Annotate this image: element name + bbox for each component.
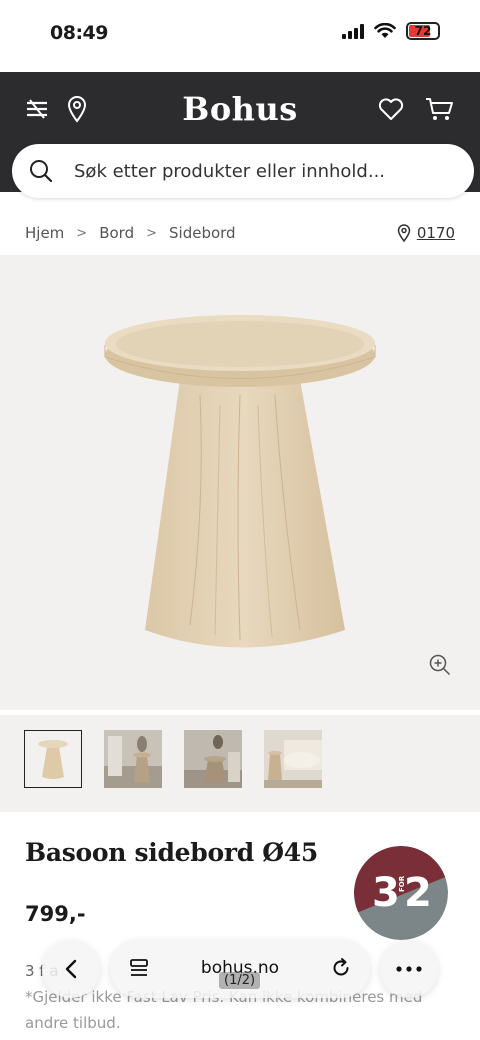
search-placeholder: Søk etter produkter eller innhold... xyxy=(74,160,386,182)
breadcrumb: Hjem > Bord > Sidebord xyxy=(25,224,236,242)
zoom-icon[interactable] xyxy=(428,653,452,681)
site-header: Bohus Søk etter produkter eller innhold.… xyxy=(0,72,480,198)
back-button[interactable] xyxy=(42,940,100,998)
zip-code: 0170 xyxy=(416,224,455,242)
status-icons: 72 xyxy=(342,22,440,40)
side-table-image xyxy=(104,315,376,648)
search-icon xyxy=(30,160,53,183)
more-button[interactable] xyxy=(380,940,438,998)
heart-icon[interactable] xyxy=(376,94,406,124)
thumbnail-strip xyxy=(0,715,480,812)
page-indicator: (1/2) xyxy=(219,972,261,989)
signal-icon xyxy=(342,23,364,39)
chevron-left-icon xyxy=(65,959,77,979)
breadcrumb-home[interactable]: Hjem xyxy=(25,224,64,242)
thumbnail-2[interactable] xyxy=(104,730,162,788)
status-bar: 08:49 72 xyxy=(0,0,480,72)
address-bar[interactable]: bohus.no xyxy=(110,940,370,998)
thumbnail-3[interactable] xyxy=(184,730,242,788)
battery-icon: 72 xyxy=(406,22,440,40)
site-logo[interactable]: Bohus xyxy=(0,90,480,128)
promo-right: 2 xyxy=(404,870,432,916)
search-input[interactable]: Søk etter produkter eller innhold... xyxy=(12,144,474,198)
chevron-right-icon: > xyxy=(76,225,88,241)
product-image[interactable] xyxy=(0,255,480,710)
zip-code-selector[interactable]: 0170 xyxy=(397,224,455,242)
cart-icon[interactable] xyxy=(424,94,454,124)
wifi-icon xyxy=(374,23,396,38)
battery-level: 72 xyxy=(414,24,432,38)
chevron-right-icon: > xyxy=(146,225,158,241)
status-time: 08:49 xyxy=(50,22,108,44)
product-price: 799,- xyxy=(25,902,86,926)
product-title: Basoon sidebord Ø45 xyxy=(25,838,318,867)
breadcrumb-bord[interactable]: Bord xyxy=(99,224,134,242)
promo-disclaimer-cont: andre tilbud. xyxy=(25,1014,121,1032)
more-icon xyxy=(396,966,422,972)
promo-left: 3 xyxy=(372,870,400,916)
thumbnail-4[interactable] xyxy=(264,730,322,788)
reload-icon[interactable] xyxy=(330,957,352,979)
location-pin-icon xyxy=(397,224,411,242)
breadcrumb-sidebord[interactable]: Sidebord xyxy=(169,224,236,242)
promo-badge: 3 FOR 2 xyxy=(354,846,448,940)
thumbnail-1[interactable] xyxy=(24,730,82,788)
